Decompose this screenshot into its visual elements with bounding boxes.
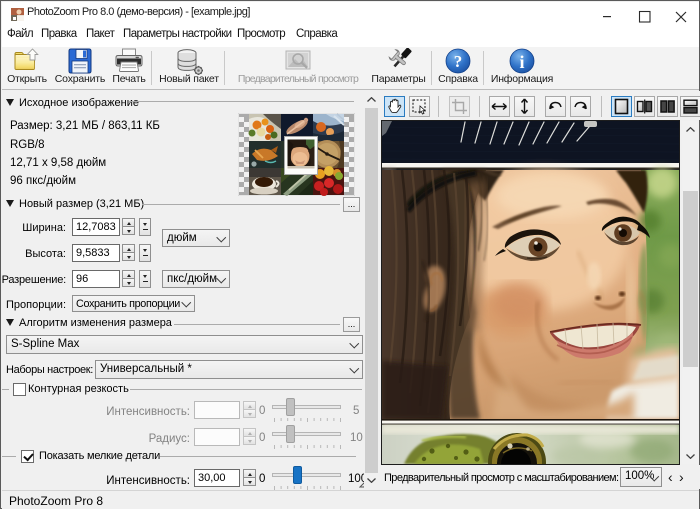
svg-text:i: i xyxy=(519,52,524,72)
svg-text:?: ? xyxy=(454,52,463,71)
